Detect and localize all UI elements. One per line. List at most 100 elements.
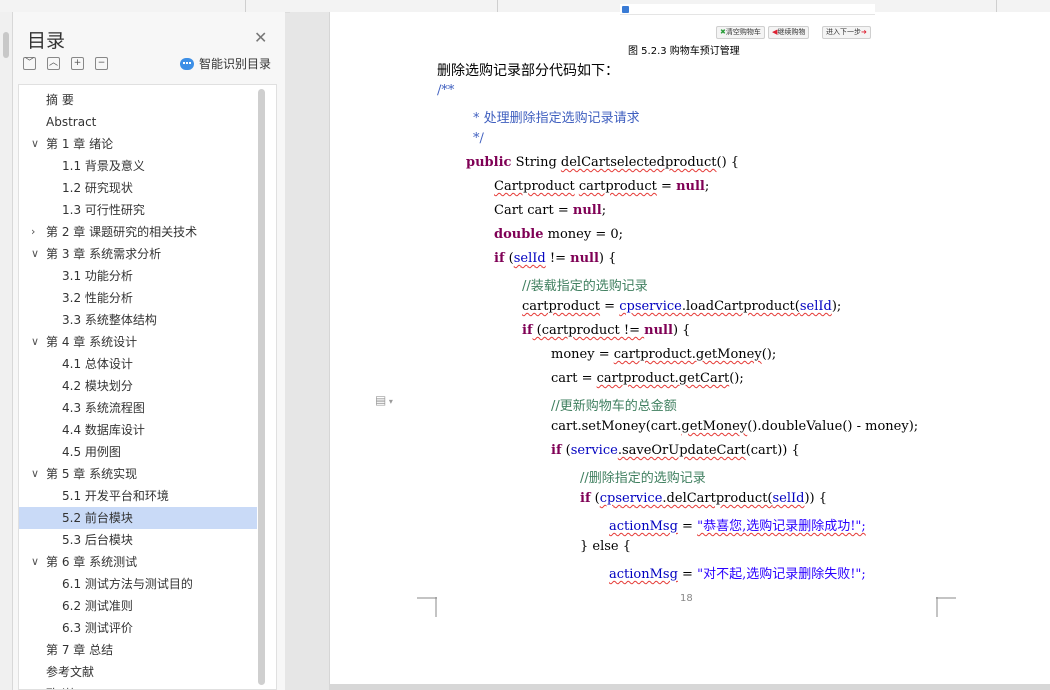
toc-item[interactable]: 1.3 可行性研究: [19, 199, 257, 221]
toc-item[interactable]: 致 谢: [19, 683, 257, 689]
code-call: .delCartproduct(: [662, 491, 773, 506]
toc-item[interactable]: 6.2 测试准则: [19, 595, 257, 617]
kw-if: if: [551, 443, 562, 458]
close-icon[interactable]: ✕: [254, 28, 267, 47]
smart-toc-label: 智能识别目录: [199, 57, 272, 71]
toc-item[interactable]: Abstract: [19, 111, 257, 133]
code-field: cpservice: [599, 491, 663, 506]
kw-if: if: [522, 323, 533, 338]
document-options-icon[interactable]: ▤ ▾: [375, 393, 393, 407]
fig-continue-button: ◀继续购物: [768, 26, 810, 39]
toc-item[interactable]: 参考文献: [19, 661, 257, 683]
code-tail: )) {: [804, 491, 828, 506]
expand-up-icon[interactable]: ︿: [47, 57, 60, 70]
toc-item[interactable]: ∨ 第 5 章 系统实现: [19, 463, 257, 485]
toc-item[interactable]: 5.2 前台模块: [19, 507, 257, 529]
toc-item[interactable]: 1.2 研究现状: [19, 177, 257, 199]
toc-item[interactable]: 摘 要: [19, 89, 257, 111]
code-line-load: cartproduct = cpservice.loadCartproduct(…: [522, 299, 841, 314]
toc-item[interactable]: 3.2 性能分析: [19, 287, 257, 309]
toc-scrollbar[interactable]: [258, 89, 265, 685]
code-text: cart =: [551, 371, 597, 386]
add-level-icon[interactable]: +: [71, 57, 84, 70]
toc-sidebar: 目录 ✕ ﹀ ︿ + − 智能识别目录 摘 要 Abstract ∨ 第 1 章 绪论…: [13, 12, 285, 690]
kw-public: public: [466, 155, 512, 170]
kw-if: if: [494, 251, 505, 266]
toc-item-label: 1.3 可行性研究: [62, 203, 145, 217]
toc-item-label: 4.4 数据库设计: [62, 423, 145, 437]
toc-item[interactable]: 4.2 模块划分: [19, 375, 257, 397]
code-tail: () {: [716, 155, 740, 170]
toc-item[interactable]: 3.3 系统整体结构: [19, 309, 257, 331]
toc-item[interactable]: 6.3 测试评价: [19, 617, 257, 639]
code-var: cartproduct: [522, 299, 601, 314]
toc-item-label: 1.2 研究现状: [62, 181, 133, 195]
code-line-money: double money = 0;: [494, 227, 623, 242]
code-comment-load: //装载指定的选购记录: [522, 279, 648, 294]
toc-item-label: 第 2 章 课题研究的相关技术: [46, 225, 198, 239]
toc-item-label: 4.5 用例图: [62, 445, 121, 459]
code-comment-update: //更新购物车的总金额: [551, 399, 677, 414]
toc-item-label: Abstract: [46, 115, 97, 129]
code-op: =: [677, 519, 698, 534]
smart-toc-button[interactable]: 智能识别目录: [180, 55, 271, 72]
code-tail: (cart)) {: [745, 443, 800, 458]
toc-item-label: 第 4 章 系统设计: [46, 335, 138, 349]
toc-item[interactable]: 6.1 测试方法与测试目的: [19, 573, 257, 595]
chevron-down-icon[interactable]: ∨: [31, 331, 39, 353]
remove-level-icon[interactable]: −: [95, 57, 108, 70]
collapse-all-icon[interactable]: ﹀: [23, 57, 36, 70]
code-call: getMoney: [681, 419, 748, 434]
chevron-down-icon[interactable]: ∨: [31, 133, 39, 155]
code-comment-delete: //删除指定的选购记录: [580, 471, 706, 486]
page-corner-mark-right: [936, 597, 956, 617]
kw-null: null: [676, 179, 705, 194]
code-op: =: [600, 299, 620, 314]
kw-null: null: [572, 203, 602, 218]
chevron-down-icon[interactable]: ∨: [31, 463, 39, 485]
page-corner-mark-left: [417, 597, 437, 617]
chevron-down-icon[interactable]: ∨: [31, 243, 39, 265]
toc-item[interactable]: 4.4 数据库设计: [19, 419, 257, 441]
chevron-right-icon[interactable]: ›: [31, 221, 35, 243]
code-brace: ) {: [672, 323, 691, 338]
code-line-cart-assign: cart = cartproduct.getCart();: [551, 371, 744, 386]
toc-item-label: 第 3 章 系统需求分析: [46, 247, 162, 261]
toc-item[interactable]: 1.1 背景及意义: [19, 155, 257, 177]
toc-item[interactable]: ∨ 第 3 章 系统需求分析: [19, 243, 257, 265]
toc-item[interactable]: 4.5 用例图: [19, 441, 257, 463]
toc-item[interactable]: 第 7 章 总结: [19, 639, 257, 661]
ruler-tick: [245, 0, 246, 12]
toc-item[interactable]: 5.1 开发平台和环境: [19, 485, 257, 507]
toc-item[interactable]: ∨ 第 1 章 绪论: [19, 133, 257, 155]
toc-item[interactable]: ∨ 第 4 章 系统设计: [19, 331, 257, 353]
code-text: money = 0;: [543, 227, 624, 242]
toc-item[interactable]: ∨ 第 6 章 系统测试: [19, 551, 257, 573]
intro-text: 删除选购记录部分代码如下：: [437, 63, 619, 79]
code-type: String: [511, 155, 561, 170]
toc-item-label: 4.3 系统流程图: [62, 401, 145, 415]
figure-top-snippet: [620, 4, 875, 15]
code-string: "恭喜您,选购记录删除成功!";: [697, 519, 866, 534]
toc-item-label: 第 1 章 绪论: [46, 137, 114, 151]
left-side-handle[interactable]: [3, 32, 9, 58]
code-line-if-del: if (cpservice.delCartproduct(selId)) {: [580, 491, 828, 506]
toc-item[interactable]: 4.3 系统流程图: [19, 397, 257, 419]
code-field: cpservice: [619, 299, 682, 314]
toc-item[interactable]: › 第 2 章 课题研究的相关技术: [19, 221, 257, 243]
toc-item-label: 6.1 测试方法与测试目的: [62, 577, 193, 591]
fig-next-button: 进入下一步➜: [822, 26, 871, 39]
code-call: cartproduct.getMoney: [613, 347, 762, 362]
chevron-down-icon[interactable]: ∨: [31, 551, 39, 573]
toc-item-label: 第 6 章 系统测试: [46, 555, 138, 569]
toc-item-label: 6.3 测试评价: [62, 621, 133, 635]
toc-item[interactable]: 4.1 总体设计: [19, 353, 257, 375]
code-line-setmoney: cart.setMoney(cart.getMoney().doubleValu…: [551, 419, 918, 434]
page-number: 18: [680, 593, 693, 604]
toc-item[interactable]: 3.1 功能分析: [19, 265, 257, 287]
code-var: cartproduct: [578, 179, 657, 194]
left-side-bar[interactable]: [0, 12, 13, 690]
toc-item[interactable]: 5.3 后台模块: [19, 529, 257, 551]
code-line-cart: Cart cart = null;: [494, 203, 606, 218]
toc-item-label: 5.2 前台模块: [62, 511, 133, 525]
